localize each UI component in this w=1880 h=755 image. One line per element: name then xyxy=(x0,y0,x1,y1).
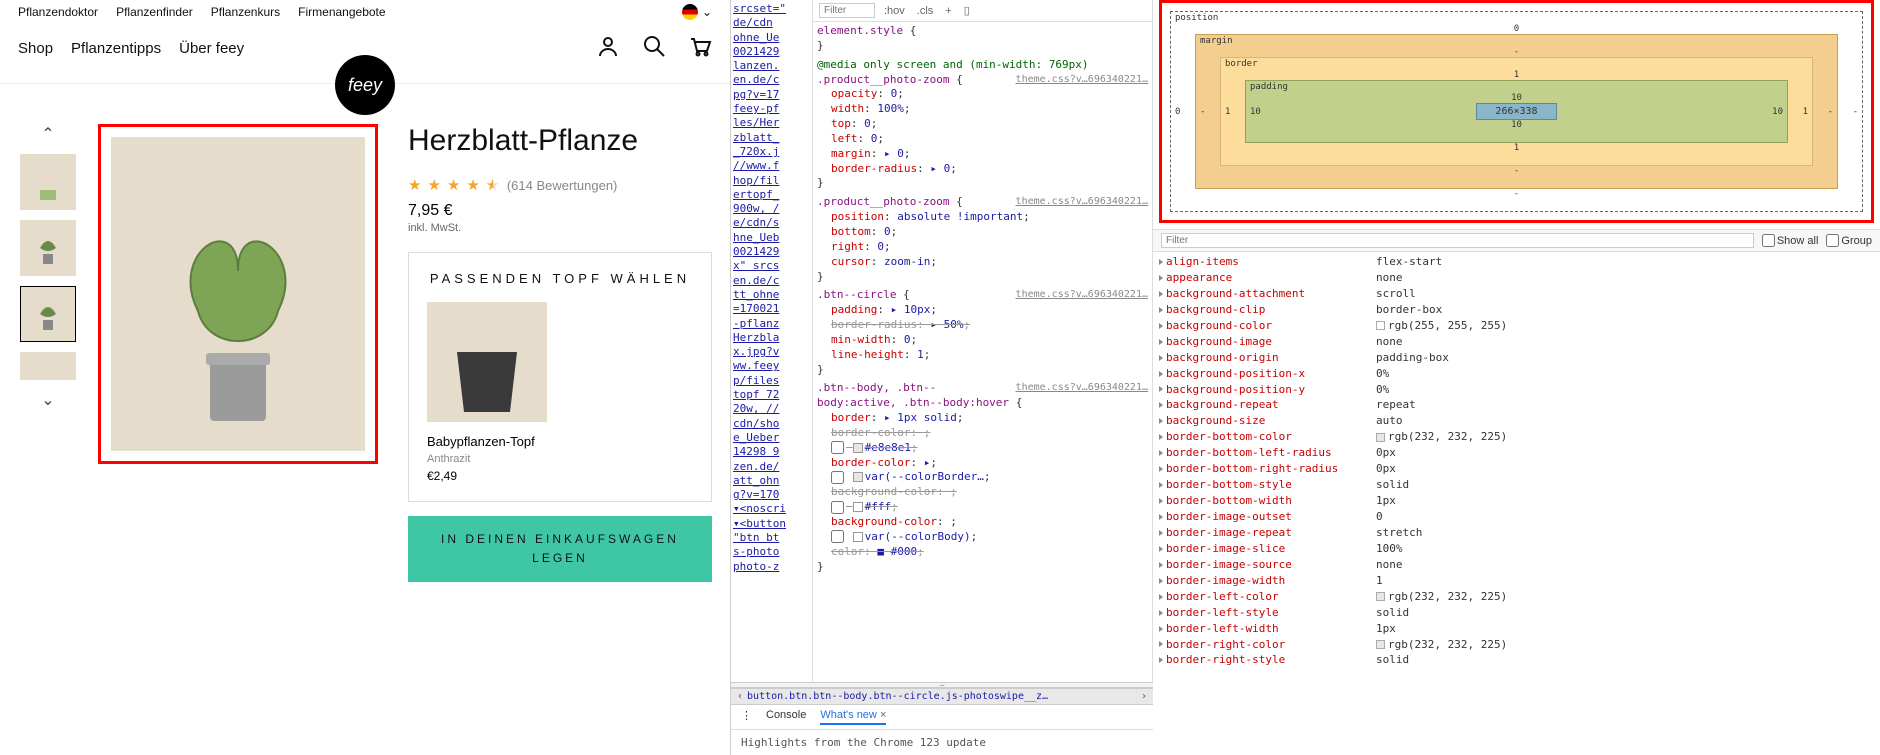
chevron-down-icon: ⌄ xyxy=(702,5,712,19)
computed-properties-list[interactable]: align-itemsflex-startappearancenonebackg… xyxy=(1153,252,1880,755)
chevron-right-icon[interactable]: › xyxy=(1141,691,1147,702)
cart-icon[interactable] xyxy=(688,34,712,63)
search-icon[interactable] xyxy=(642,34,666,63)
computed-panel: position 0 0 - margin - - - border 1 1 1 xyxy=(1153,0,1880,755)
close-icon[interactable]: × xyxy=(880,709,886,721)
more-icon[interactable]: ▯ xyxy=(961,4,973,17)
thumbnail-selected[interactable] xyxy=(20,286,76,342)
star-icon: ★ xyxy=(447,176,460,194)
mainnav-item[interactable]: Über feey xyxy=(179,40,244,57)
pot-variant: Anthrazit xyxy=(427,453,693,465)
new-style-rule-icon[interactable]: + xyxy=(942,5,954,17)
thumbnail[interactable] xyxy=(20,154,76,210)
box-model[interactable]: position 0 0 - margin - - - border 1 1 1 xyxy=(1170,11,1863,212)
elements-breadcrumb[interactable]: ‹ button.btn.btn--body.btn--circle.js-ph… xyxy=(731,688,1153,704)
styles-rules[interactable]: element.style { } @media only screen and… xyxy=(813,22,1152,580)
language-switcher[interactable]: ⌄ xyxy=(682,4,712,20)
computed-filter-bar: Show all Group xyxy=(1153,229,1880,252)
thumb-prev-button[interactable]: ⌃ xyxy=(38,124,58,144)
box-model-content: 266×338 xyxy=(1476,103,1556,120)
review-count: (614 Bewertungen) xyxy=(507,178,618,193)
topnav-item[interactable]: Pflanzenfinder xyxy=(116,5,193,19)
pot-name: Babypflanzen-Topf xyxy=(427,434,693,449)
pot-image xyxy=(427,302,547,422)
pot-selector-box: PASSENDEN TOPF WÄHLEN Babypflanzen-Topf … xyxy=(408,252,712,502)
star-half-icon: ★★ xyxy=(486,176,501,194)
pot-price: €2,49 xyxy=(427,469,693,483)
mainnav-item[interactable]: Pflanzentipps xyxy=(71,40,161,57)
price: 7,95 € xyxy=(408,202,712,220)
styles-filter-input[interactable] xyxy=(819,3,875,18)
elements-source-snippet[interactable]: srcset="de/cdnohne_Ue0021429lanzen.en.de… xyxy=(731,0,813,682)
product-title: Herzblatt-Pflanze xyxy=(408,124,712,158)
star-icon: ★ xyxy=(408,176,421,194)
main-image-highlight xyxy=(98,124,378,464)
tax-note: inkl. MwSt. xyxy=(408,222,712,234)
pot-section-title: PASSENDEN TOPF WÄHLEN xyxy=(427,271,693,286)
add-to-cart-button[interactable]: IN DEINEN EINKAUFSWAGEN LEGEN xyxy=(408,516,712,582)
show-all-checkbox[interactable]: Show all xyxy=(1762,234,1819,247)
hov-toggle[interactable]: :hov xyxy=(881,5,908,17)
website-pane: Pflanzendoktor Pflanzenfinder Pflanzenku… xyxy=(0,0,730,755)
topnav-item[interactable]: Firmenangebote xyxy=(298,5,385,19)
cls-toggle[interactable]: .cls xyxy=(914,5,937,17)
tab-whats-new[interactable]: What's new × xyxy=(820,709,886,725)
topnav-item[interactable]: Pflanzendoktor xyxy=(18,5,98,19)
product-section: ⌃ ⌄ Herzblatt-Pflanze ★ ★ ★ ★ xyxy=(0,84,730,582)
topnav-item[interactable]: Pflanzenkurs xyxy=(211,5,280,19)
thumb-next-button[interactable]: ⌄ xyxy=(38,390,58,410)
star-icon: ★ xyxy=(427,176,440,194)
pot-option[interactable]: Babypflanzen-Topf Anthrazit €2,49 xyxy=(427,302,693,483)
main-product-image[interactable] xyxy=(111,137,365,451)
top-utility-nav: Pflanzendoktor Pflanzenfinder Pflanzenku… xyxy=(0,0,730,24)
star-icon: ★ xyxy=(466,176,479,194)
tab-console[interactable]: Console xyxy=(766,709,806,725)
styles-panel: :hov .cls + ▯ element.style { } @media o… xyxy=(813,0,1153,682)
chevron-left-icon[interactable]: ‹ xyxy=(737,691,743,702)
thumbnail[interactable] xyxy=(20,220,76,276)
product-details: Herzblatt-Pflanze ★ ★ ★ ★ ★★ (614 Bewert… xyxy=(398,124,712,582)
devtools-pane: srcset="de/cdnohne_Ue0021429lanzen.en.de… xyxy=(730,0,1880,755)
group-checkbox[interactable]: Group xyxy=(1826,234,1872,247)
main-nav: Shop Pflanzentipps Über feey feey xyxy=(0,24,730,84)
account-icon[interactable] xyxy=(596,34,620,63)
star-rating[interactable]: ★ ★ ★ ★ ★★ (614 Bewertungen) xyxy=(408,176,712,194)
mainnav-item[interactable]: Shop xyxy=(18,40,53,57)
computed-filter-input[interactable] xyxy=(1161,233,1754,248)
thumbnail[interactable] xyxy=(20,352,76,380)
drawer-content: Highlights from the Chrome 123 update xyxy=(731,730,1153,755)
drawer: ⋮ Console What's new × Highlights from t… xyxy=(731,704,1153,755)
thumbnail-column: ⌃ ⌄ xyxy=(18,124,78,582)
box-model-highlight: position 0 0 - margin - - - border 1 1 1 xyxy=(1159,0,1874,223)
styles-toolbar: :hov .cls + ▯ xyxy=(813,0,1152,22)
flag-de-icon xyxy=(682,4,698,20)
logo[interactable]: feey xyxy=(335,55,395,115)
drawer-menu-icon[interactable]: ⋮ xyxy=(741,709,752,725)
